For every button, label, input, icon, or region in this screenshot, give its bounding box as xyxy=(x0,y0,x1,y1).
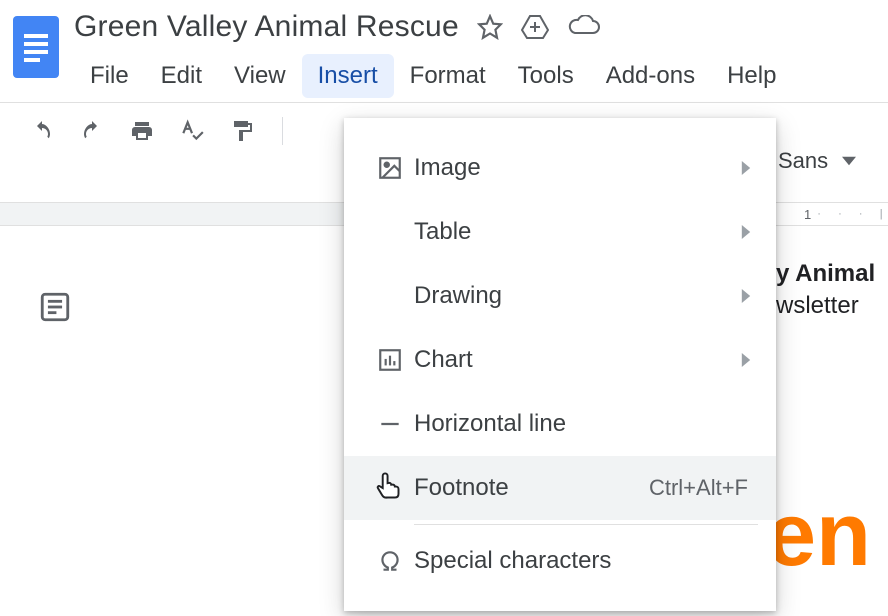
image-icon xyxy=(366,155,414,181)
menu-item-footnote[interactable]: Footnote Ctrl+Alt+F xyxy=(344,456,776,520)
menu-item-label: Image xyxy=(414,154,754,182)
menu-edit[interactable]: Edit xyxy=(145,54,218,98)
menu-item-drawing[interactable]: Drawing xyxy=(344,264,776,328)
document-outline-button[interactable] xyxy=(38,290,72,329)
menu-tools[interactable]: Tools xyxy=(502,54,590,98)
submenu-arrow-icon xyxy=(740,218,752,246)
move-to-drive-icon[interactable] xyxy=(521,14,549,40)
horizontal-line-icon xyxy=(366,411,414,437)
menu-bar: File Edit View Insert Format Tools Add-o… xyxy=(74,54,888,98)
menu-item-image[interactable]: Image xyxy=(344,136,776,200)
submenu-arrow-icon xyxy=(740,154,752,182)
doc-heading-fragment: en xyxy=(766,490,871,580)
ruler-ticks: · · · | xyxy=(817,208,884,220)
menu-item-table[interactable]: Table xyxy=(344,200,776,264)
menu-separator xyxy=(414,524,758,525)
chart-icon xyxy=(366,347,414,373)
undo-button[interactable] xyxy=(28,117,56,145)
menu-format[interactable]: Format xyxy=(394,54,502,98)
print-button[interactable] xyxy=(128,117,156,145)
doc-text-line: wsletter xyxy=(776,292,888,320)
menu-help[interactable]: Help xyxy=(711,54,792,98)
menu-file[interactable]: File xyxy=(74,54,145,98)
menu-item-special-characters[interactable]: Special characters xyxy=(344,529,776,593)
menu-item-label: Special characters xyxy=(414,547,754,575)
menu-item-horizontal-line[interactable]: Horizontal line xyxy=(344,392,776,456)
menu-item-label: Table xyxy=(414,218,754,246)
docs-app-icon[interactable] xyxy=(10,12,62,82)
ruler-mark: 1 xyxy=(804,207,811,222)
cloud-status-icon[interactable] xyxy=(567,15,601,39)
caret-down-icon[interactable] xyxy=(842,148,856,174)
doc-text-line: y Animal xyxy=(776,260,888,288)
submenu-arrow-icon xyxy=(740,346,752,374)
menu-item-label: Drawing xyxy=(414,282,754,310)
cursor-hand-icon xyxy=(366,471,414,505)
menu-addons[interactable]: Add-ons xyxy=(590,54,711,98)
font-family-selector[interactable]: Sans xyxy=(778,148,828,174)
menu-item-label: Horizontal line xyxy=(414,410,754,438)
paint-format-button[interactable] xyxy=(228,117,256,145)
insert-menu-dropdown: Image Table Drawing Chart Horizontal lin… xyxy=(344,118,776,611)
toolbar-separator xyxy=(282,117,283,145)
star-icon[interactable] xyxy=(477,14,503,40)
menu-item-chart[interactable]: Chart xyxy=(344,328,776,392)
omega-icon xyxy=(366,548,414,574)
document-canvas[interactable]: y Animal wsletter xyxy=(776,260,888,320)
spellcheck-button[interactable] xyxy=(178,117,206,145)
menu-view[interactable]: View xyxy=(218,54,302,98)
menu-item-label: Footnote xyxy=(414,474,649,502)
redo-button[interactable] xyxy=(78,117,106,145)
menu-item-label: Chart xyxy=(414,346,754,374)
menu-item-shortcut: Ctrl+Alt+F xyxy=(649,475,748,501)
document-title[interactable]: Green Valley Animal Rescue xyxy=(74,10,459,44)
menu-insert[interactable]: Insert xyxy=(302,54,394,98)
submenu-arrow-icon xyxy=(740,282,752,310)
